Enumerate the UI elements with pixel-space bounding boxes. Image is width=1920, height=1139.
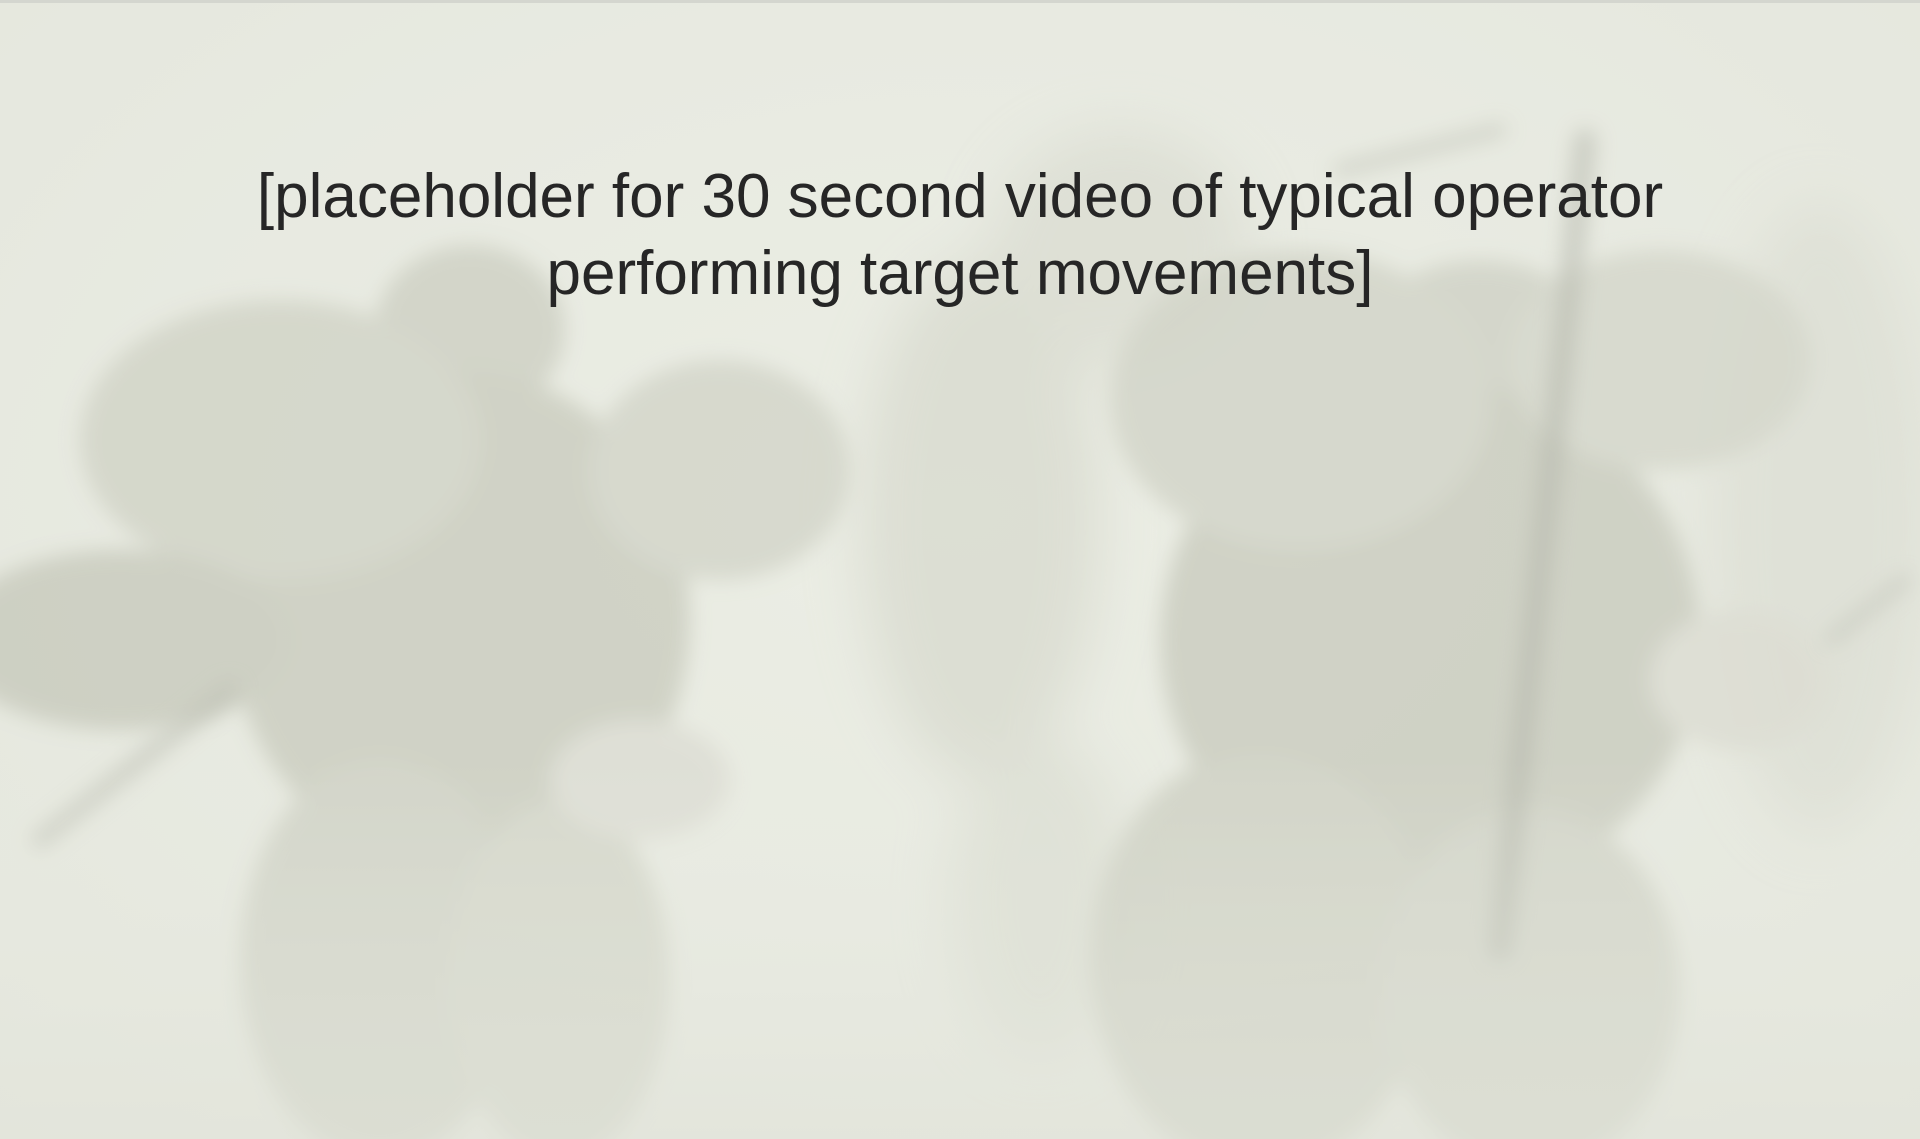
video-placeholder-caption: [placeholder for 30 second video of typi… [256,162,1664,308]
top-border [0,0,1920,3]
slide: [placeholder for 30 second video of typi… [0,0,1920,1139]
